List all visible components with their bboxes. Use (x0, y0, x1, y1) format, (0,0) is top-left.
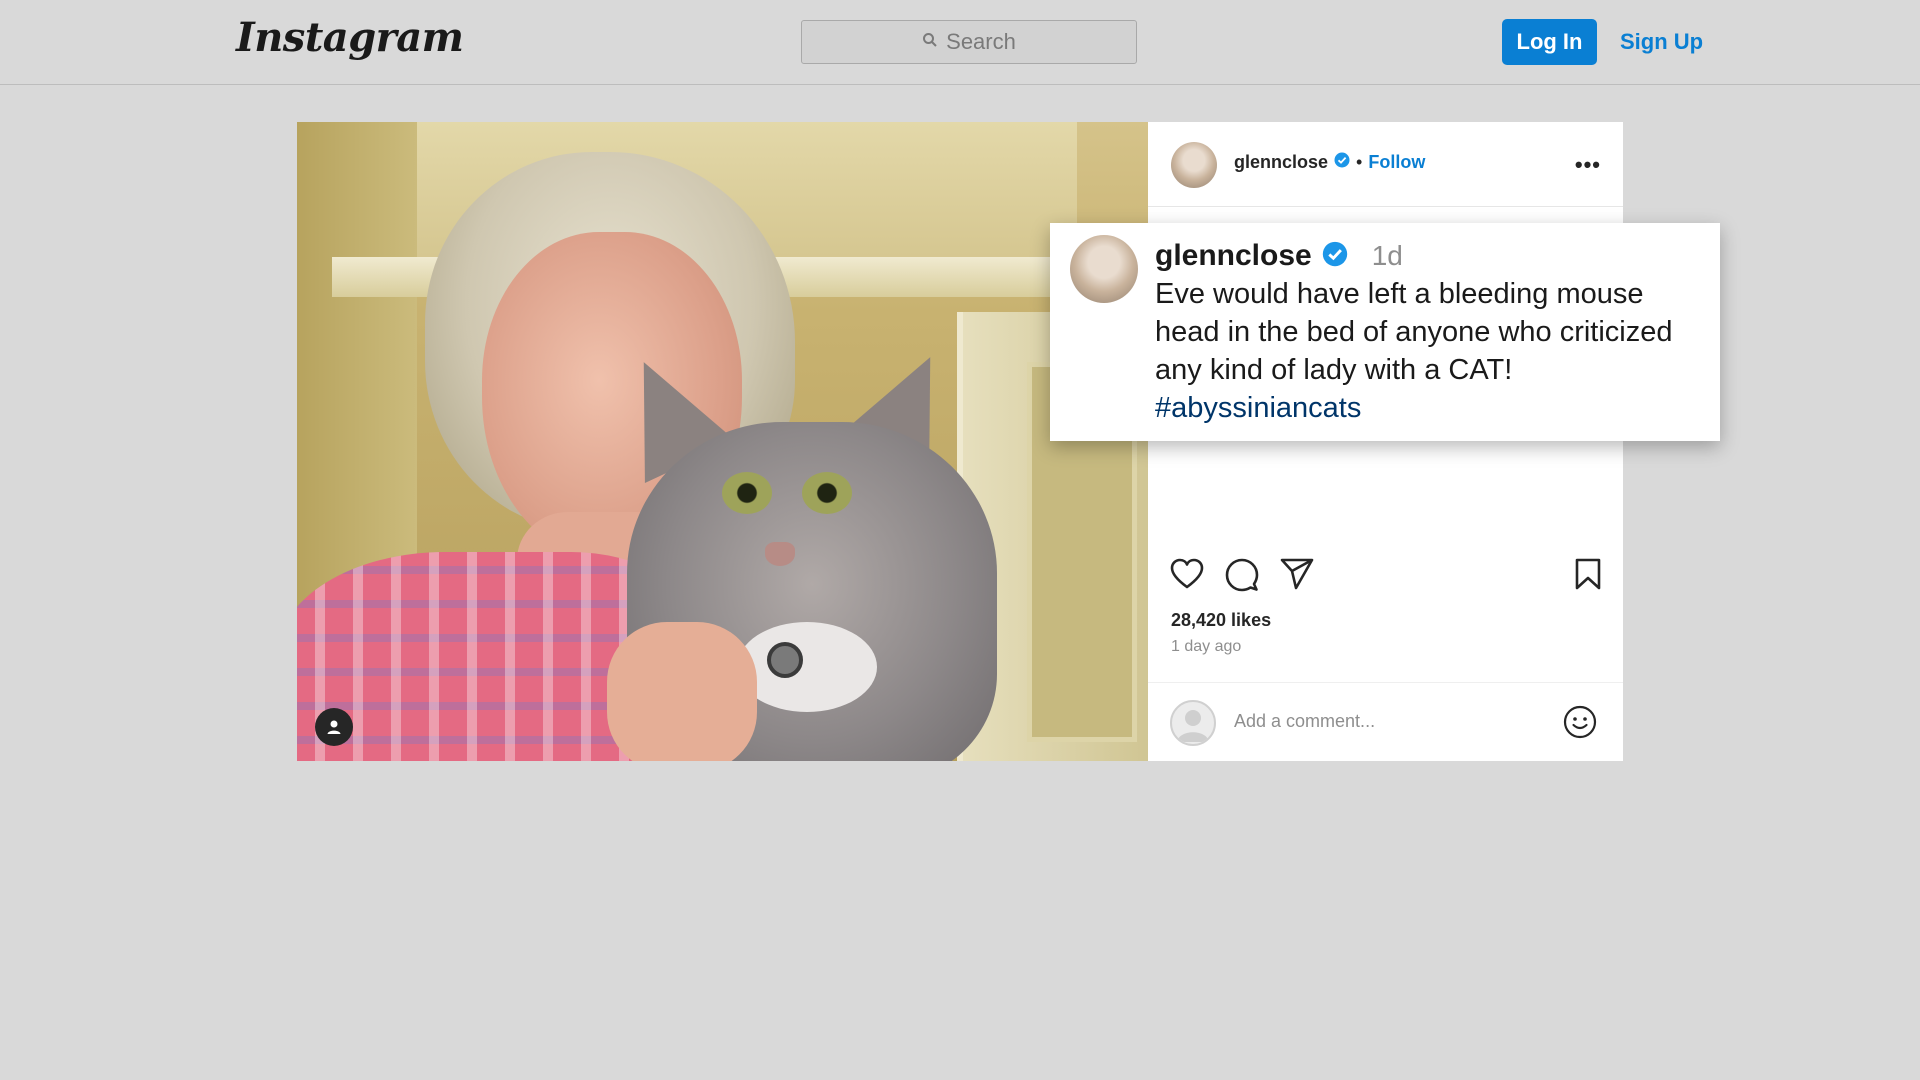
heart-icon[interactable] (1170, 558, 1204, 595)
signup-link[interactable]: Sign Up (1620, 19, 1703, 65)
share-icon[interactable] (1280, 558, 1314, 595)
post-timestamp: 1 day ago (1171, 638, 1242, 655)
caption-author-avatar[interactable] (1070, 235, 1138, 303)
follow-button[interactable]: Follow (1368, 152, 1425, 173)
caption-header: glennclose 1d (1155, 239, 1403, 273)
likes-count[interactable]: 28,420 likes (1171, 610, 1271, 631)
caption-body: Eve would have left a bleeding mouse hea… (1155, 278, 1673, 386)
viewer-avatar-icon (1170, 700, 1216, 746)
comment-bar: Add a comment... (1148, 682, 1623, 761)
bookmark-icon[interactable] (1574, 558, 1602, 595)
photo-cat-muzzle (737, 622, 877, 712)
login-button[interactable]: Log In (1502, 19, 1597, 65)
search-input[interactable]: Search (801, 20, 1137, 64)
photo-collar-tag (767, 642, 803, 678)
comment-icon[interactable] (1225, 558, 1259, 597)
comment-input[interactable]: Add a comment... (1234, 711, 1375, 732)
author-info: glennclose • Follow (1234, 152, 1425, 173)
post-side-panel: glennclose • Follow ••• 28,420 likes 1 d… (1148, 122, 1623, 761)
more-options-icon[interactable]: ••• (1575, 152, 1601, 178)
caption-hashtag[interactable]: #abyssiniancats (1155, 392, 1361, 424)
photo-cat-nose (765, 542, 795, 566)
post-actions (1170, 558, 1602, 594)
separator-dot: • (1356, 152, 1363, 172)
author-avatar[interactable] (1171, 142, 1217, 188)
post-photo[interactable] (297, 122, 1148, 761)
top-nav: Instagram Search Log In Sign Up (0, 0, 1920, 85)
author-username[interactable]: glennclose (1234, 152, 1328, 173)
emoji-icon[interactable] (1563, 705, 1597, 744)
search-icon (922, 32, 938, 53)
caption-username[interactable]: glennclose (1155, 239, 1312, 273)
verified-badge-icon (1334, 152, 1350, 173)
photo-hand (607, 622, 757, 761)
caption-time: 1d (1371, 240, 1403, 271)
verified-badge-icon (1322, 241, 1348, 272)
post-header: glennclose • Follow ••• (1148, 122, 1623, 207)
photo-cat-eye-right (802, 472, 852, 514)
photo-cat-eye-left (722, 472, 772, 514)
instagram-logo[interactable]: Instagram (236, 14, 464, 61)
search-placeholder: Search (946, 29, 1016, 54)
caption-popover: glennclose 1d Eve would have left a blee… (1050, 223, 1720, 441)
caption-text: Eve would have left a bleeding mouse hea… (1155, 275, 1700, 427)
user-tag-icon[interactable] (315, 708, 353, 746)
